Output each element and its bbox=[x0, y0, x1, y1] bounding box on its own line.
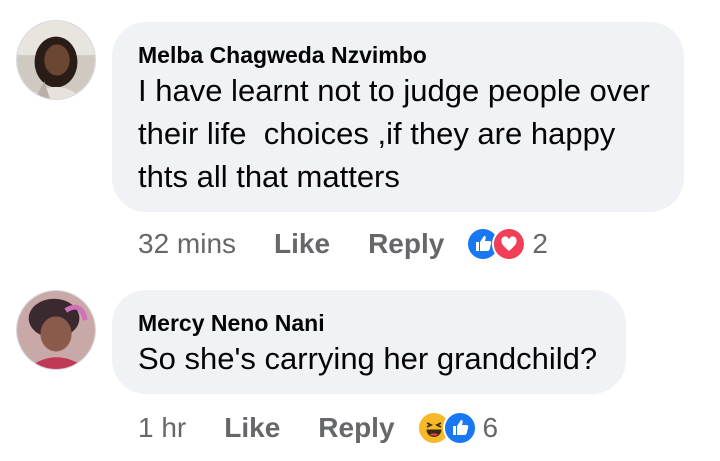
like-reaction-icon bbox=[442, 411, 477, 445]
avatar-photo bbox=[17, 291, 95, 369]
comment-text-line: So she's carrying her grandchild? bbox=[138, 341, 598, 376]
comment-text-line: thts all that matters bbox=[138, 159, 400, 194]
avatar[interactable] bbox=[16, 20, 96, 100]
comment-actions: 32 mins Like Reply 2 bbox=[138, 224, 548, 264]
like-button[interactable]: Like bbox=[274, 228, 330, 260]
comment-timestamp[interactable]: 32 mins bbox=[138, 228, 236, 260]
comment-timestamp[interactable]: 1 hr bbox=[138, 412, 186, 444]
avatar[interactable] bbox=[16, 290, 96, 370]
avatar-photo bbox=[17, 21, 95, 99]
reply-button[interactable]: Reply bbox=[318, 412, 394, 444]
reply-button[interactable]: Reply bbox=[368, 228, 444, 260]
reaction-count: 6 bbox=[482, 412, 499, 443]
comment-author[interactable]: Melba Chagweda Nzvimbo bbox=[138, 42, 427, 69]
comment-author[interactable]: Mercy Neno Nani bbox=[138, 310, 325, 337]
comment-actions: 1 hr Like Reply 6 bbox=[138, 408, 498, 448]
reaction-summary[interactable]: 6 bbox=[416, 411, 499, 445]
like-button[interactable]: Like bbox=[224, 412, 280, 444]
comment-text-line: I have learnt not to judge people over bbox=[138, 73, 650, 108]
love-reaction-icon bbox=[492, 227, 527, 261]
comment-text-line: their life choices ,if they are happy bbox=[138, 116, 616, 151]
reaction-count: 2 bbox=[532, 228, 548, 259]
reaction-summary[interactable]: 2 bbox=[466, 227, 548, 261]
